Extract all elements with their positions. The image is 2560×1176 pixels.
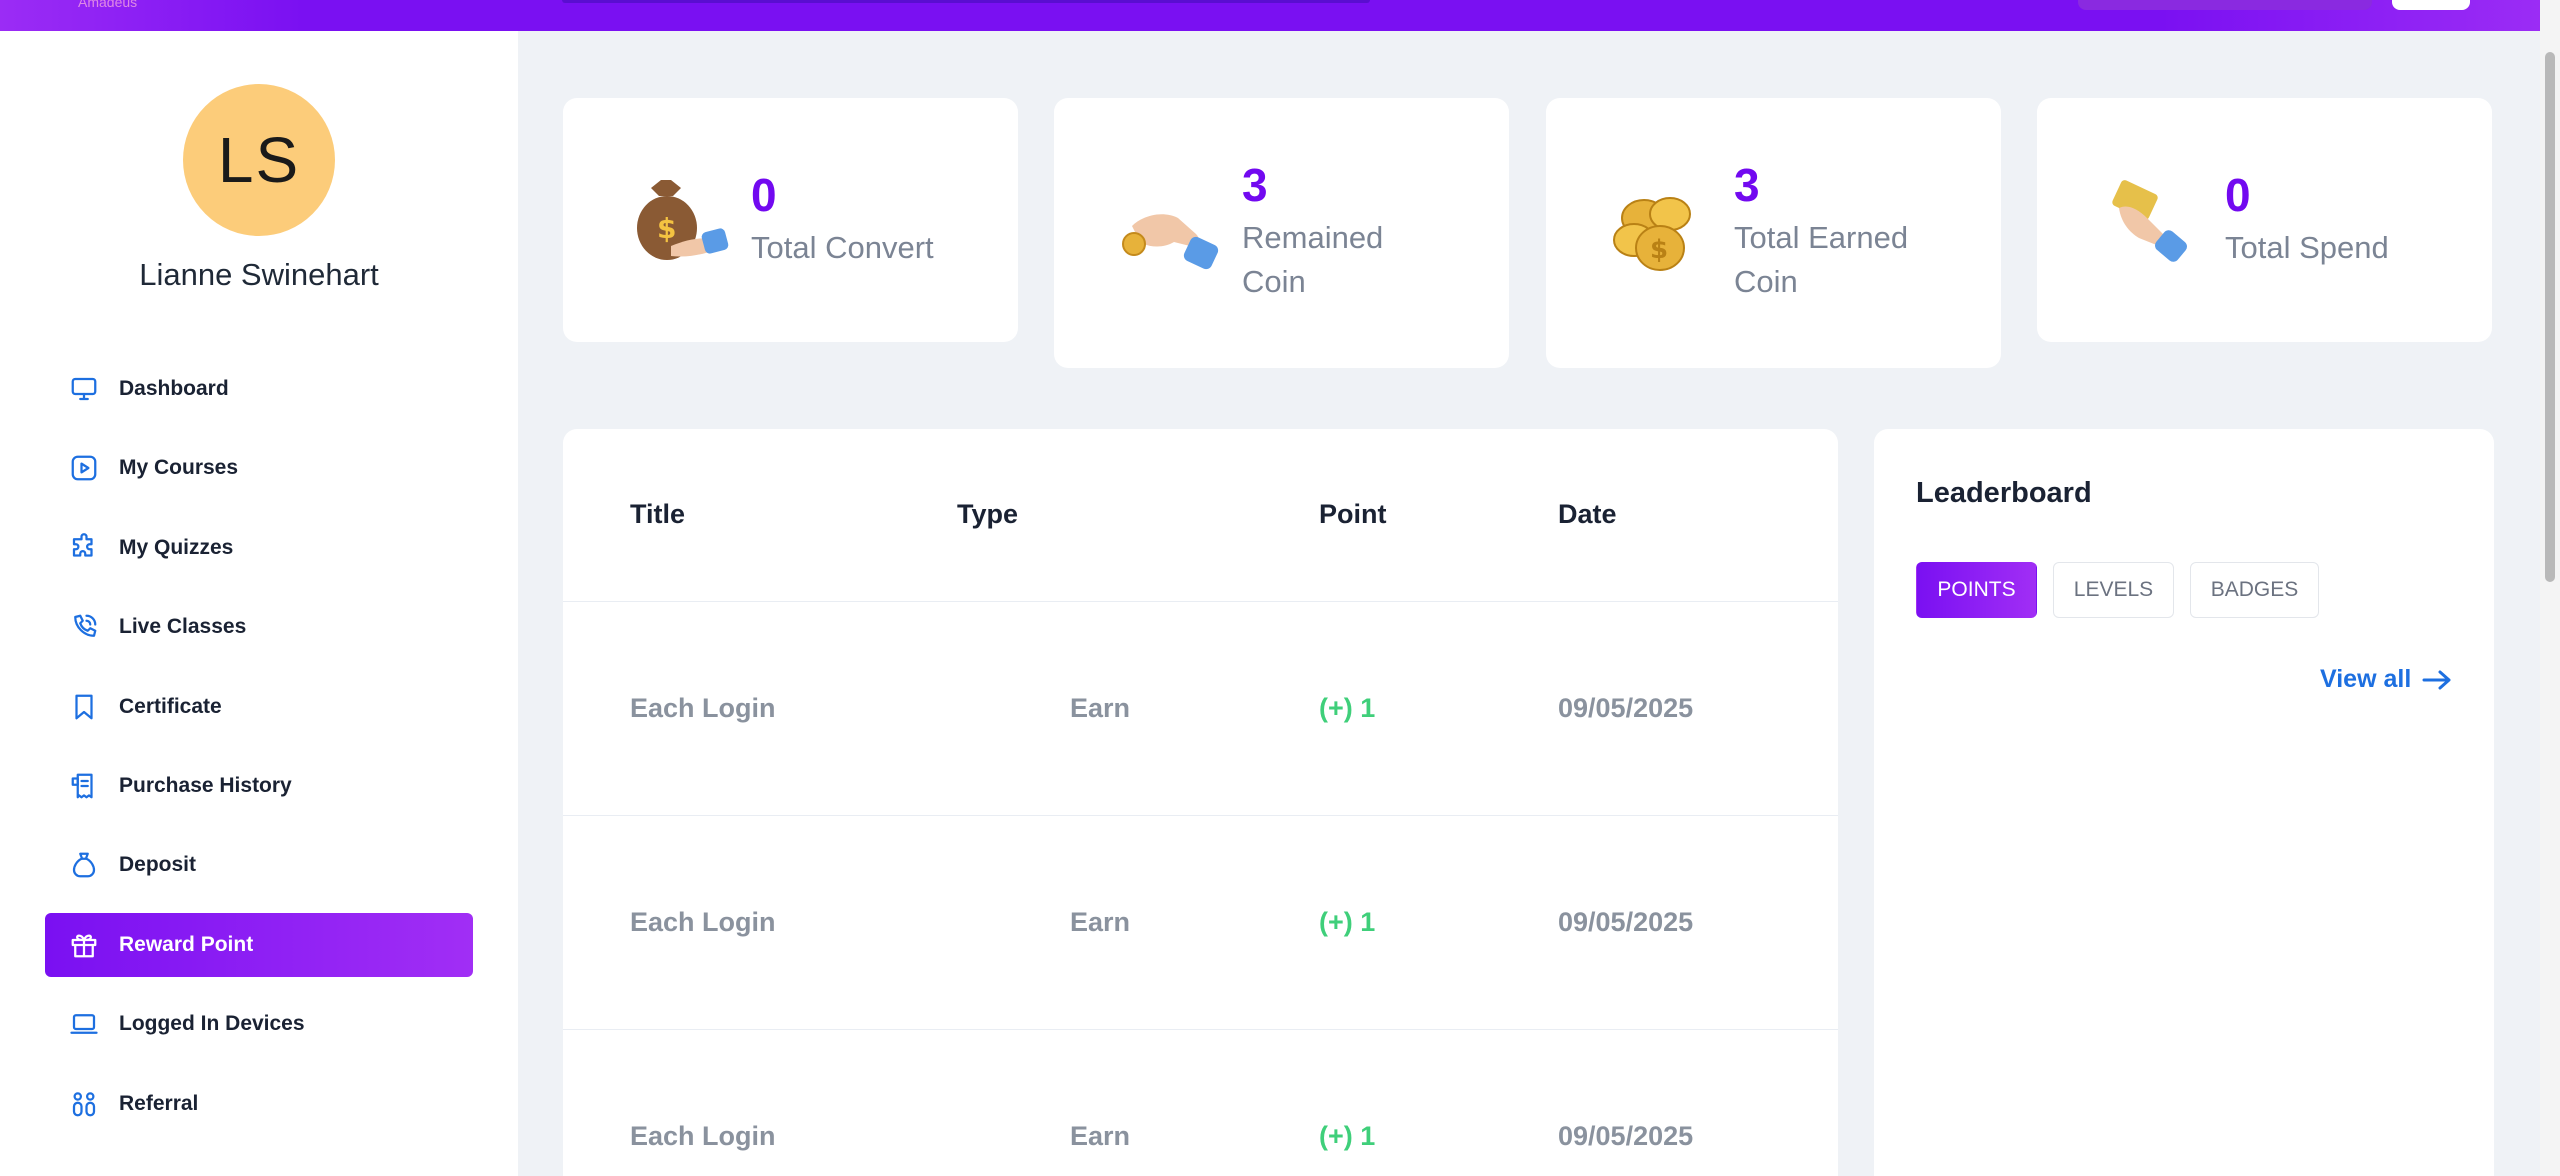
- sidebar-item-logged-in-devices[interactable]: Logged In Devices: [45, 992, 473, 1056]
- stat-value: 3: [1242, 159, 1268, 211]
- sidebar-item-label: My Courses: [119, 456, 239, 480]
- sidebar-item-dashboard[interactable]: Dashboard: [45, 357, 473, 421]
- sidebar-item-referral[interactable]: Referral: [45, 1072, 473, 1136]
- monitor-icon: [69, 374, 99, 404]
- sidebar-item-label: Certificate: [119, 694, 222, 718]
- tab-levels[interactable]: LEVELS: [2053, 562, 2174, 618]
- people-icon: [69, 1089, 99, 1119]
- search-bar[interactable]: [562, 0, 1370, 3]
- cell-point: (+) 1: [1319, 1121, 1376, 1151]
- sidebar-item-label: Dashboard: [119, 377, 229, 400]
- stat-value: 0: [751, 169, 777, 221]
- money-bag-icon: [69, 850, 99, 880]
- sidebar-item-deposit[interactable]: Deposit: [45, 833, 473, 897]
- leaderboard-title: Leaderboard: [1916, 477, 2092, 509]
- stat-label: Total Spend: [2225, 230, 2389, 265]
- hand-coin-icon: [1122, 214, 1219, 270]
- sidebar-item-purchase-history[interactable]: Purchase History: [45, 754, 473, 818]
- stat-value: 0: [2225, 169, 2251, 221]
- header-button-primary[interactable]: [2078, 0, 2372, 10]
- arrow-right-icon: [2422, 670, 2451, 689]
- stat-label: Total Earned Coin: [1734, 220, 1909, 299]
- top-bar: Amadeus: [0, 0, 2540, 31]
- column-header-title: Title: [630, 499, 686, 529]
- receipt-icon: [69, 771, 99, 801]
- stat-label: Remained Coin: [1242, 220, 1384, 299]
- leaderboard-panel: Leaderboard POINTS LEVELS BADGES View al…: [1874, 429, 2494, 1176]
- stat-card-total-spend: 0 Total Spend: [2037, 98, 2492, 342]
- cell-type: Earn: [1070, 693, 1131, 723]
- sidebar: LS Lianne Swinehart Dashboard My Courses…: [0, 31, 518, 1176]
- column-header-date: Date: [1558, 499, 1617, 529]
- puzzle-icon: [69, 532, 99, 563]
- divider: [563, 815, 1838, 816]
- sidebar-item-label: Logged In Devices: [119, 1012, 305, 1036]
- sidebar-item-my-courses[interactable]: My Courses: [45, 436, 473, 500]
- bookmark-icon: [69, 692, 99, 722]
- broadcast-icon: [69, 612, 99, 642]
- brand-logo[interactable]: Amadeus: [78, 0, 137, 10]
- scrollbar-thumb[interactable]: [2545, 52, 2555, 582]
- sidebar-item-label: My Quizzes: [119, 535, 234, 559]
- sidebar-item-label: Reward Point: [119, 932, 254, 956]
- cell-date: 09/05/2025: [1558, 693, 1694, 723]
- stat-card-total-convert: $ 0 Total Convert: [563, 98, 1018, 342]
- laptop-icon: [69, 1009, 99, 1039]
- stat-label: Total Convert: [751, 230, 934, 265]
- sidebar-item-label: Referral: [119, 1091, 199, 1115]
- cell-title: Each Login: [630, 907, 776, 937]
- stat-value: 3: [1734, 159, 1760, 211]
- hand-card-icon: [2112, 180, 2187, 262]
- stat-card-total-earned-coin: $ 3 Total Earned Coin: [1546, 98, 2001, 368]
- sidebar-item-certificate[interactable]: Certificate: [45, 675, 473, 739]
- svg-text:$: $: [1650, 235, 1668, 265]
- stat-card-remained-coin: 3 Remained Coin: [1054, 98, 1509, 368]
- divider: [563, 601, 1838, 602]
- cell-date: 09/05/2025: [1558, 1121, 1694, 1151]
- coin-stack-icon: $: [1613, 197, 1691, 271]
- tab-badges[interactable]: BADGES: [2190, 562, 2319, 618]
- sidebar-item-label: Deposit: [119, 853, 197, 877]
- view-all-link[interactable]: View all: [2320, 665, 2453, 694]
- sidebar-item-live-classes[interactable]: Live Classes: [45, 595, 473, 659]
- cell-type: Earn: [1070, 1121, 1131, 1151]
- column-header-type: Type: [957, 499, 1019, 529]
- gift-icon: [69, 930, 99, 960]
- cell-point: (+) 1: [1319, 693, 1376, 723]
- cell-date: 09/05/2025: [1558, 907, 1694, 937]
- sidebar-item-reward-point[interactable]: Reward Point: [45, 912, 473, 977]
- cell-title: Each Login: [630, 1121, 776, 1151]
- avatar[interactable]: LS: [183, 84, 335, 236]
- svg-text:$: $: [657, 212, 676, 245]
- sidebar-nav: Dashboard My Courses My Quizzes Live Cla…: [45, 357, 473, 1151]
- cell-title: Each Login: [630, 693, 776, 723]
- page-scrollbar[interactable]: [2540, 0, 2560, 1176]
- cell-type: Earn: [1070, 907, 1131, 937]
- sidebar-item-label: Purchase History: [119, 773, 292, 797]
- user-name: Lianne Swinehart: [139, 257, 379, 292]
- points-table: Title Type Point Date Each Login Earn (+…: [563, 429, 1838, 1176]
- money-bag-hand-icon: $: [637, 180, 729, 260]
- play-square-icon: [69, 453, 99, 483]
- view-all-label: View all: [2320, 665, 2412, 693]
- header-button-secondary[interactable]: [2392, 0, 2470, 10]
- sidebar-item-my-quizzes[interactable]: My Quizzes: [45, 516, 473, 580]
- tab-points[interactable]: POINTS: [1916, 562, 2037, 618]
- cell-point: (+) 1: [1319, 907, 1376, 937]
- sidebar-item-label: Live Classes: [119, 615, 247, 639]
- column-header-point: Point: [1319, 499, 1387, 529]
- divider: [563, 1029, 1838, 1030]
